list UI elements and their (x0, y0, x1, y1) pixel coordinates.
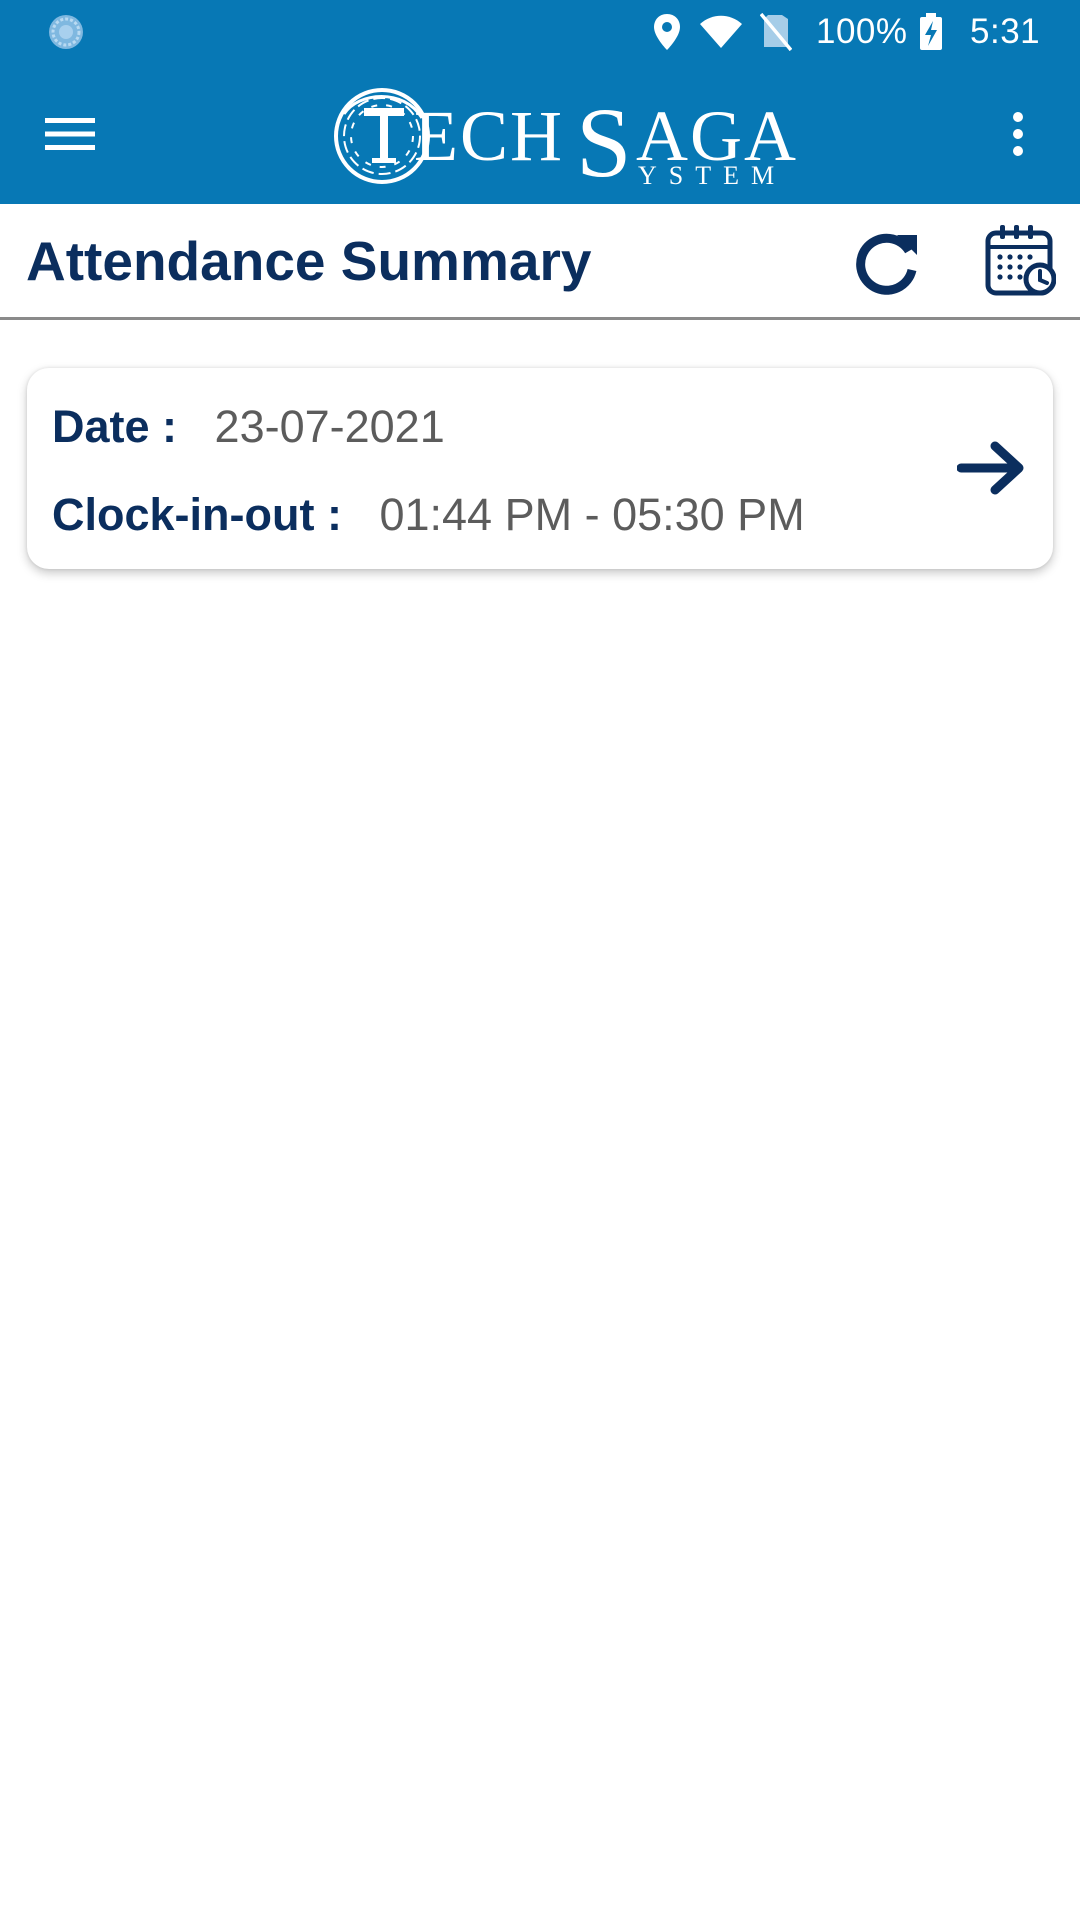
page-header: Attendance Summary (0, 204, 1080, 320)
arrow-right-icon[interactable] (951, 434, 1031, 502)
wifi-icon (698, 0, 744, 64)
svg-text:ECH: ECH (414, 96, 564, 176)
more-vertical-icon[interactable] (990, 94, 1046, 174)
app-notification-icon (46, 0, 86, 64)
hamburger-menu-icon[interactable] (30, 94, 110, 174)
clock-in-out-row: Clock-in-out : 01:44 PM - 05:30 PM (52, 490, 805, 540)
date-value: 23-07-2021 (214, 401, 445, 452)
clock-in-out-value: 01:44 PM - 05:30 PM (379, 489, 805, 540)
status-time: 5:31 (970, 12, 1041, 51)
top-bar: 100% 5:31 ECH S AGA YSTEM (0, 0, 1080, 204)
battery-charging-icon (918, 0, 944, 64)
no-sim-icon (760, 0, 792, 64)
date-row: Date : 23-07-2021 (52, 402, 445, 452)
status-bar: 100% 5:31 (0, 0, 1080, 64)
svg-text:YSTEM: YSTEM (638, 161, 786, 188)
date-label: Date : (52, 401, 178, 452)
page-title: Attendance Summary (26, 230, 592, 292)
techsaga-logo: ECH S AGA YSTEM (330, 84, 800, 198)
battery-percent: 100% (816, 12, 908, 51)
svg-text:S: S (576, 87, 632, 188)
clock-in-out-label: Clock-in-out : (52, 489, 342, 540)
app-bar: ECH S AGA YSTEM (0, 64, 1080, 204)
refresh-icon[interactable] (848, 222, 928, 302)
calendar-clock-icon[interactable] (980, 218, 1060, 302)
location-icon (652, 0, 682, 64)
attendance-card[interactable]: Date : 23-07-2021 Clock-in-out : 01:44 P… (27, 368, 1053, 569)
